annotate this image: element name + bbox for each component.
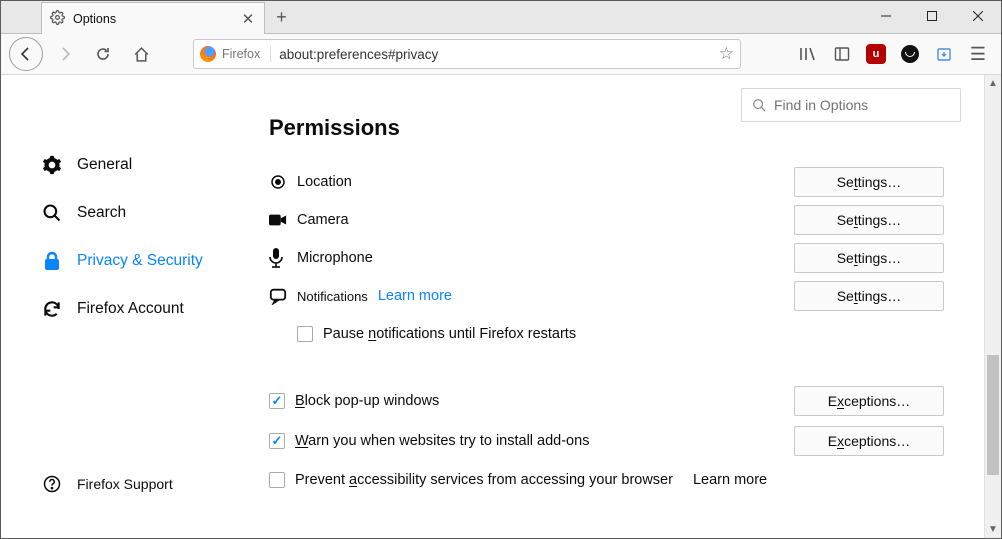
permission-label: Camera <box>297 212 794 228</box>
sidebar-label: Firefox Account <box>77 300 184 318</box>
pause-notifications-checkbox[interactable] <box>297 326 313 342</box>
forward-button[interactable] <box>49 38 81 70</box>
camera-settings-button[interactable]: Settings… <box>794 205 944 235</box>
location-icon <box>269 173 297 191</box>
block-popups-row: Block pop-up windows Exceptions… <box>269 381 944 421</box>
gear-icon <box>50 10 65 28</box>
window-controls <box>863 1 1001 31</box>
find-in-options[interactable]: Find in Options <box>741 88 961 122</box>
permission-label: Notifications <box>297 289 368 304</box>
browser-window: Options ✕ + Firefox about:preferen <box>0 0 1002 539</box>
gear-icon <box>41 155 63 175</box>
bookmark-star-icon[interactable]: ☆ <box>719 44 734 64</box>
location-settings-button[interactable]: Settings… <box>794 167 944 197</box>
sidebar-item-general[interactable]: General <box>1 141 234 189</box>
identity-box[interactable]: Firefox <box>200 46 271 62</box>
sidebar-item-privacy[interactable]: Privacy & Security <box>1 237 234 285</box>
url-bar[interactable]: Firefox about:preferences#privacy ☆ <box>193 39 741 69</box>
sidebar-item-search[interactable]: Search <box>1 189 234 237</box>
search-icon <box>41 203 63 223</box>
app-menu-button[interactable]: ☰ <box>963 39 993 69</box>
camera-icon <box>269 213 297 227</box>
block-popups-label: Block pop-up windows <box>295 393 439 409</box>
permission-camera-row: Camera Settings… <box>269 201 944 239</box>
maximize-button[interactable] <box>909 1 955 31</box>
search-icon <box>752 98 766 112</box>
warn-addons-row: Warn you when websites try to install ad… <box>269 421 944 461</box>
nav-toolbar: Firefox about:preferences#privacy ☆ u ☰ <box>1 34 1001 75</box>
tab-title: Options <box>73 12 232 26</box>
sidebar-item-account[interactable]: Firefox Account <box>1 285 234 333</box>
tab-strip: Options ✕ + <box>1 1 1001 34</box>
permission-location-row: Location Settings… <box>269 163 944 201</box>
microphone-icon <box>269 248 297 268</box>
prevent-a11y-checkbox[interactable] <box>269 472 285 488</box>
reload-button[interactable] <box>87 38 119 70</box>
notifications-icon <box>269 287 297 305</box>
pause-notifications-row: Pause notifications until Firefox restar… <box>269 315 944 353</box>
tab-options[interactable]: Options ✕ <box>41 2 265 34</box>
addons-exceptions-button[interactable]: Exceptions… <box>794 426 944 456</box>
preferences-sidebar: General Search Privacy & Security <box>1 75 234 538</box>
close-tab-button[interactable]: ✕ <box>240 11 256 27</box>
preferences-main: Permissions Location Settings… Camera Se… <box>234 75 984 538</box>
scroll-up-arrow[interactable]: ▲ <box>985 75 1001 92</box>
pause-notifications-label: Pause notifications until Firefox restar… <box>323 326 576 342</box>
sync-icon <box>41 299 63 319</box>
library-icon[interactable] <box>793 39 823 69</box>
permission-label: Location <box>297 174 794 190</box>
notifications-learn-more-link[interactable]: Learn more <box>378 288 452 304</box>
lock-icon <box>41 251 63 271</box>
identity-label: Firefox <box>222 47 260 61</box>
home-button[interactable] <box>125 38 157 70</box>
new-tab-button[interactable]: + <box>265 1 298 33</box>
ublock-icon[interactable]: u <box>861 44 891 64</box>
permission-notifications-row: Notifications Learn more Settings… <box>269 277 944 315</box>
back-button[interactable] <box>9 37 43 71</box>
microphone-settings-button[interactable]: Settings… <box>794 243 944 273</box>
permission-microphone-row: Microphone Settings… <box>269 239 944 277</box>
warn-addons-checkbox[interactable] <box>269 433 285 449</box>
popups-exceptions-button[interactable]: Exceptions… <box>794 386 944 416</box>
sidebar-label: Firefox Support <box>77 476 173 492</box>
scroll-down-arrow[interactable]: ▼ <box>985 521 1001 538</box>
prevent-a11y-label: Prevent accessibility services from acce… <box>295 472 673 488</box>
extension-icon[interactable] <box>895 45 925 63</box>
firefox-logo-icon <box>200 46 216 62</box>
url-text: about:preferences#privacy <box>279 47 711 62</box>
prevent-a11y-row: Prevent accessibility services from acce… <box>269 461 944 499</box>
sidebar-label: Privacy & Security <box>77 252 203 270</box>
sidebar-item-support[interactable]: Firefox Support <box>1 460 234 508</box>
sidebar-label: General <box>77 156 132 174</box>
sidebar-label: Search <box>77 204 126 222</box>
content-area: Find in Options General Search <box>1 75 1001 538</box>
notifications-settings-button[interactable]: Settings… <box>794 281 944 311</box>
help-icon <box>41 475 63 493</box>
a11y-learn-more-link[interactable]: Learn more <box>693 472 767 488</box>
warn-addons-label: Warn you when websites try to install ad… <box>295 433 589 449</box>
permission-label: Microphone <box>297 250 794 266</box>
minimize-button[interactable] <box>863 1 909 31</box>
close-window-button[interactable] <box>955 1 1001 31</box>
vertical-scrollbar[interactable]: ▲ ▼ <box>984 75 1001 538</box>
search-placeholder: Find in Options <box>774 97 868 113</box>
scrollbar-thumb[interactable] <box>987 355 999 475</box>
block-popups-checkbox[interactable] <box>269 393 285 409</box>
downloads-icon[interactable] <box>929 39 959 69</box>
sidebar-toggle-icon[interactable] <box>827 39 857 69</box>
